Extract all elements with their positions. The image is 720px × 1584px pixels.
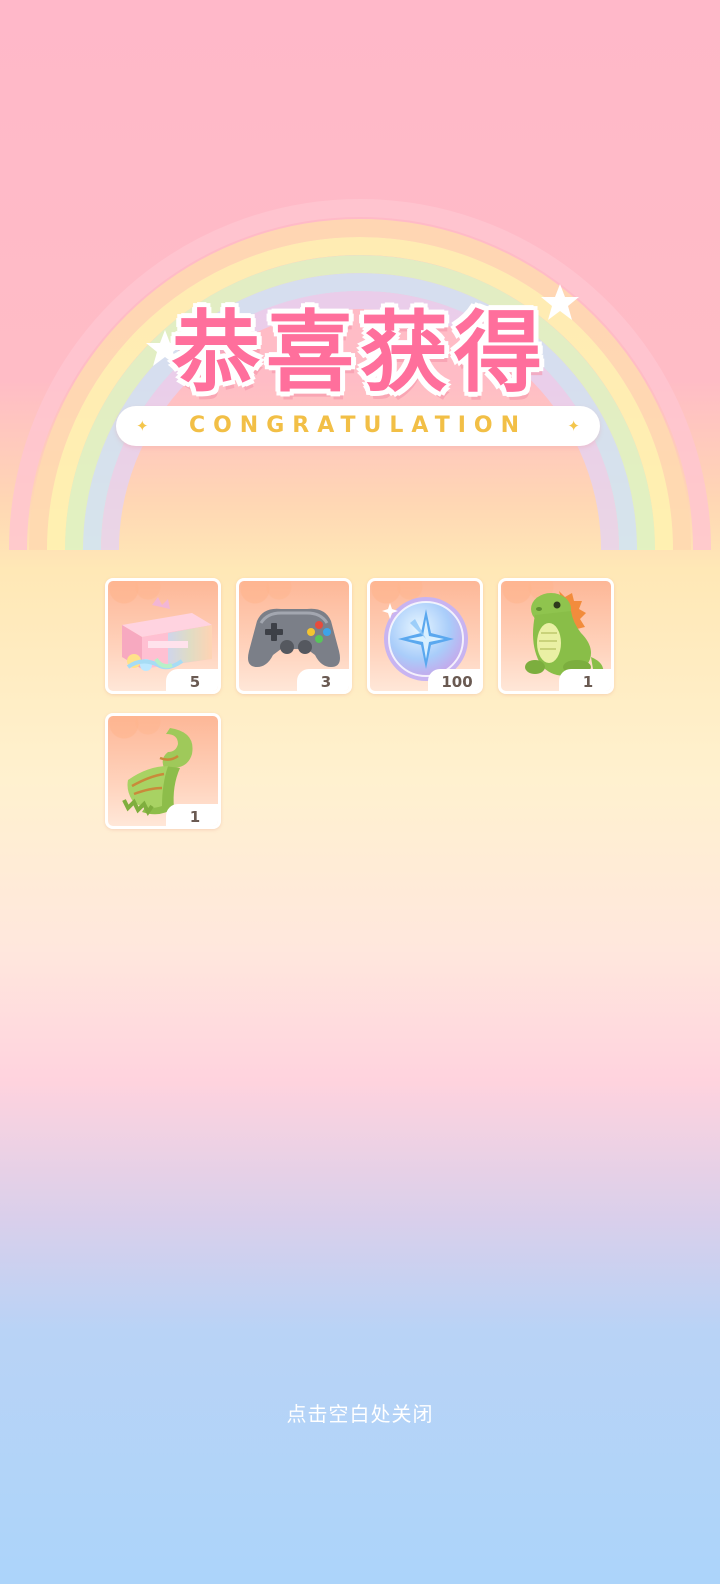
congrats-title: 恭喜获得 (171, 301, 548, 404)
reward-quantity: 1 (166, 804, 218, 826)
reward-item-game-controller[interactable]: 3 (236, 578, 352, 694)
reward-quantity: 100 (428, 669, 480, 691)
reward-item-green-scarf[interactable]: 1 (105, 713, 221, 829)
reward-popup-overlay[interactable]: 恭喜获得 ✦ CONGRATULATION ✦ 5 3 100 1 1 点击空白… (0, 0, 720, 1584)
reward-item-star-coin[interactable]: 100 (367, 578, 483, 694)
sparkle-icon: ✦ (567, 417, 580, 435)
reward-item-gift-box[interactable]: 5 (105, 578, 221, 694)
congratulation-banner: ✦ CONGRATULATION ✦ (116, 406, 600, 446)
congrats-header: 恭喜获得 ✦ CONGRATULATION ✦ (0, 270, 720, 460)
reward-quantity: 1 (559, 669, 611, 691)
tap-to-close-hint[interactable]: 点击空白处关闭 (0, 1398, 720, 1427)
reward-item-dinosaur-plush[interactable]: 1 (498, 578, 614, 694)
reward-quantity: 5 (166, 669, 218, 691)
congratulation-subtitle: CONGRATULATION (188, 413, 528, 438)
reward-quantity: 3 (297, 669, 349, 691)
